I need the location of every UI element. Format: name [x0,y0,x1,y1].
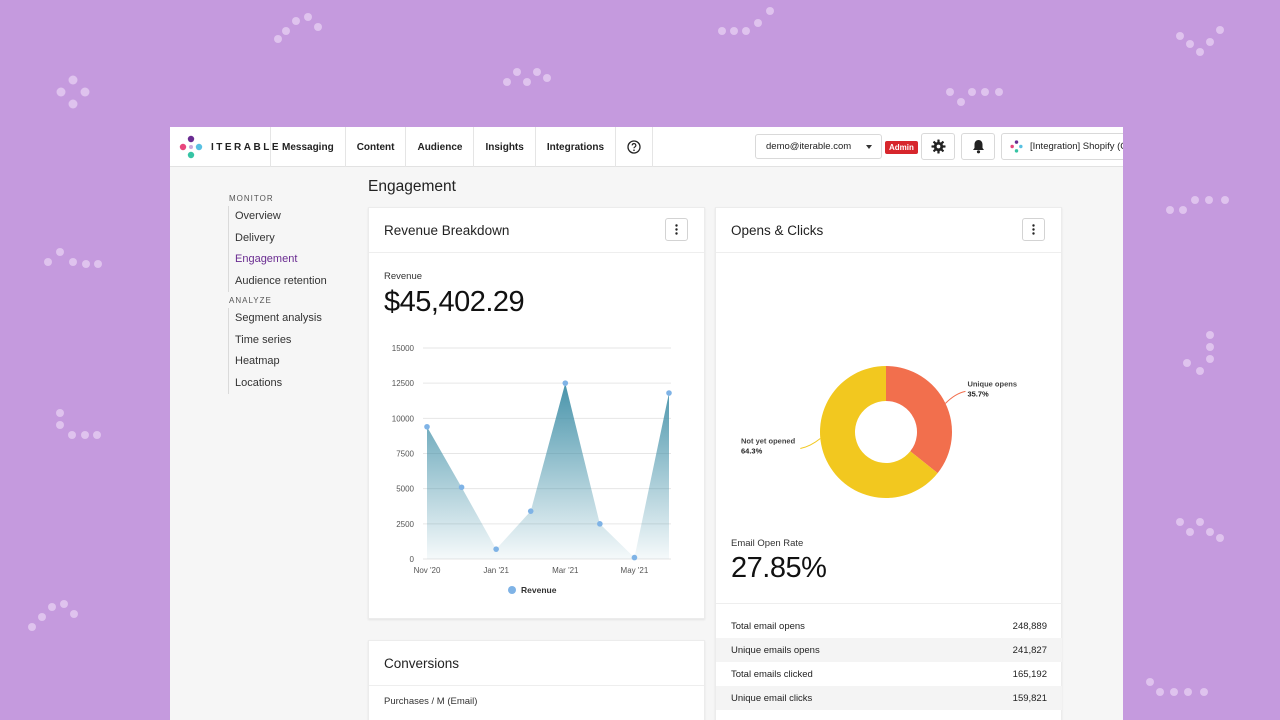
sidebar-item-segment-analysis[interactable]: Segment analysis [235,308,358,330]
more-vertical-icon [675,224,678,235]
data-point[interactable] [458,484,465,491]
opens-clicks-card-title: Opens & Clicks [731,222,824,238]
sidebar-item-locations[interactable]: Locations [235,373,358,395]
open-rate-label: Email Open Rate [731,538,804,549]
sidebar-section-analyze: ANALYZE [229,296,272,305]
stat-row: Unique emails opens 241,827 [716,638,1062,662]
data-point[interactable] [562,380,569,386]
revenue-card: Revenue Breakdown Revenue $45,402.29 0 25… [368,207,705,619]
project-name: [Integration] Shopify (C [1030,141,1123,152]
conversions-card-header: Conversions [369,641,704,686]
stat-label: Total emails clicked [731,668,813,680]
y-tick-label: 0 [410,555,415,564]
account-select[interactable]: demo@iterable.com [755,134,882,159]
nav-content[interactable]: Content [344,127,406,167]
legend-swatch [508,586,516,594]
sidebar-item-time-series[interactable]: Time series [235,330,358,352]
data-point[interactable] [424,423,430,430]
data-point[interactable] [493,546,499,552]
stat-value: 248,889 [1012,620,1047,632]
sidebar-group-monitor: Overview Delivery Engagement Audience re… [228,206,358,292]
stat-label: Unique email clicks [731,692,813,704]
settings-button[interactable] [921,133,955,160]
nav-integrations[interactable]: Integrations [534,127,615,167]
revenue-label: Revenue [384,271,423,282]
stat-row: Unique email clicks 159,821 [716,686,1062,710]
conversions-label: Purchases / M (Email) [384,696,478,707]
account-email: demo@iterable.com [766,141,852,152]
sidebar: MONITOR Overview Delivery Engagement Aud… [228,194,358,398]
stat-label: Total email opens [731,620,805,632]
label-leader [800,438,821,450]
slice-value: 35.7% [967,389,989,398]
y-tick-label: 10000 [392,414,415,423]
y-tick-label: 2500 [396,520,414,529]
slice-value: 64.3% [741,447,763,456]
app-window: ITERABLE Messaging Content Audience Insi… [170,127,1123,720]
project-logo-icon [1010,140,1023,153]
sidebar-item-heatmap[interactable]: Heatmap [235,351,358,373]
stat-row: Total email opens 248,889 [716,614,1062,638]
data-point[interactable] [527,508,534,514]
opens-clicks-card-menu-button[interactable] [1022,218,1045,241]
bell-icon [972,140,984,154]
y-tick-label: 12500 [392,379,415,388]
iterable-logo-icon [179,135,203,159]
stat-row: Total emails clicked 165,192 [716,662,1062,686]
help-button[interactable] [615,127,654,167]
label-leader [945,390,966,404]
admin-badge: Admin [885,141,918,154]
chevron-down-icon [866,145,872,149]
x-tick-label: Jan '21 [483,566,509,575]
stat-value: 165,192 [1012,668,1047,680]
revenue-area [427,383,669,559]
revenue-card-title: Revenue Breakdown [384,222,510,238]
page-title: Engagement [368,178,456,195]
data-point[interactable] [631,554,638,561]
nav-messaging[interactable]: Messaging [270,127,345,167]
logo[interactable]: ITERABLE [179,135,281,159]
opens-donut-chart: Unique opens35.7% Not yet opened64.3% [741,366,1017,498]
x-tick-label: Mar '21 [552,566,579,575]
nav-insights[interactable]: Insights [473,127,534,167]
stat-value: 241,827 [1012,644,1047,656]
sidebar-item-audience-retention[interactable]: Audience retention [235,271,358,293]
more-vertical-icon [1032,224,1035,235]
opens-clicks-card-header: Opens & Clicks [716,208,1061,253]
stat-label: Unique emails opens [731,644,820,656]
sidebar-item-engagement[interactable]: Engagement [235,249,358,271]
revenue-card-header: Revenue Breakdown [369,208,704,253]
conversions-card: Conversions Purchases / M (Email) [368,640,705,720]
notifications-button[interactable] [961,133,995,160]
x-tick-label: May '21 [621,566,649,575]
data-point[interactable] [666,390,672,396]
nav-audience[interactable]: Audience [405,127,473,167]
stat-value: 159,821 [1012,692,1047,704]
x-tick-label: Nov '20 [414,566,441,575]
opens-clicks-card: Opens & Clicks Unique opens 35.7% Not yet … [715,207,1062,720]
sidebar-item-delivery[interactable]: Delivery [235,228,358,250]
legend-label: Revenue [521,585,557,595]
y-tick-label: 7500 [396,450,414,459]
project-select[interactable]: [Integration] Shopify (C [1001,133,1123,160]
open-rate-value: 27.85% [731,552,827,584]
slice-label: Unique opens [967,379,1017,388]
y-tick-label: 15000 [392,344,415,353]
sidebar-section-monitor: MONITOR [229,194,274,203]
donut-slice[interactable] [886,366,952,474]
data-point[interactable] [597,521,603,527]
help-icon [627,140,641,154]
sidebar-item-overview[interactable]: Overview [235,206,358,228]
main-nav: Messaging Content Audience Insights Inte… [270,127,654,167]
top-nav: ITERABLE Messaging Content Audience Insi… [170,127,1123,167]
slice-label: Not yet opened [741,437,796,446]
conversions-card-title: Conversions [384,655,460,671]
gear-icon [930,139,946,154]
sidebar-group-analyze: Segment analysis Time series Heatmap Loc… [228,308,358,394]
revenue-chart: 0 2500 5000 7500 10000 12500 15000 Nov '20 Jan … [392,344,672,595]
revenue-value: $45,402.29 [384,286,525,318]
revenue-card-menu-button[interactable] [665,218,688,241]
y-tick-label: 5000 [396,485,414,494]
engagement-stats: Total email opens 248,889 Unique emails … [716,603,1062,710]
